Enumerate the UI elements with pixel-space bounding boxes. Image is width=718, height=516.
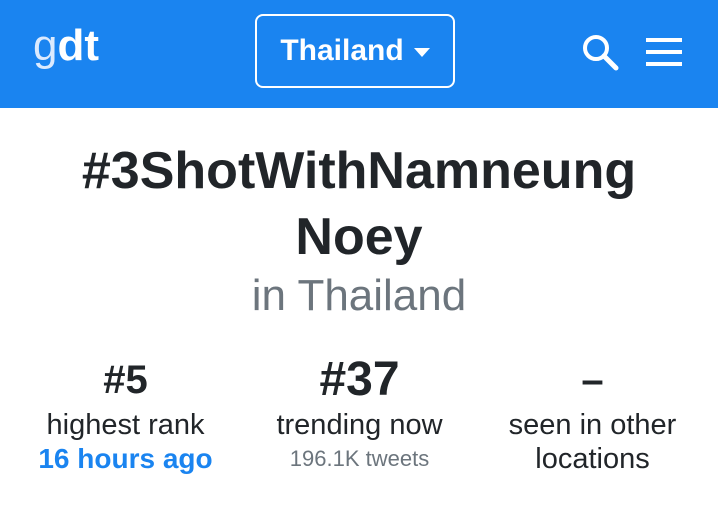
tweet-count: 196.1K tweets xyxy=(289,446,430,471)
site-logo[interactable]: gdt xyxy=(33,20,99,72)
logo-g: g xyxy=(33,21,58,70)
highest-rank-value: #5 xyxy=(103,358,148,402)
trend-title: #3ShotWithNamneung Noey xyxy=(0,138,718,270)
stat-highest-rank: #5 highest rank 16 hours ago xyxy=(6,356,245,476)
caret-down-icon xyxy=(413,47,430,57)
logo-dt: dt xyxy=(57,21,100,70)
highest-rank-time-link[interactable]: 16 hours ago xyxy=(6,442,245,476)
location-dropdown-button[interactable]: Thailand xyxy=(255,14,455,88)
trend-title-line2: Noey xyxy=(295,208,423,266)
stat-trending-now: #37 trending now 196.1K tweets xyxy=(240,356,479,476)
trending-now-label: trending now xyxy=(276,409,443,441)
other-locations-value: – xyxy=(581,358,604,402)
other-locations-label-line2: locations xyxy=(535,443,650,475)
stat-other-locations: – seen in other locations xyxy=(473,356,712,476)
trend-title-line1: #3ShotWithNamneung xyxy=(81,142,637,200)
menu-icon[interactable] xyxy=(644,36,684,68)
search-icon[interactable] xyxy=(580,32,620,72)
top-navbar: gdt Thailand xyxy=(0,0,718,108)
other-locations-label-line1: seen in other xyxy=(508,409,677,441)
trending-now-value: #37 xyxy=(319,353,400,406)
location-label: Thailand xyxy=(280,34,404,67)
trend-location-subtitle: in Thailand xyxy=(251,271,467,320)
highest-rank-label: highest rank xyxy=(46,409,205,441)
